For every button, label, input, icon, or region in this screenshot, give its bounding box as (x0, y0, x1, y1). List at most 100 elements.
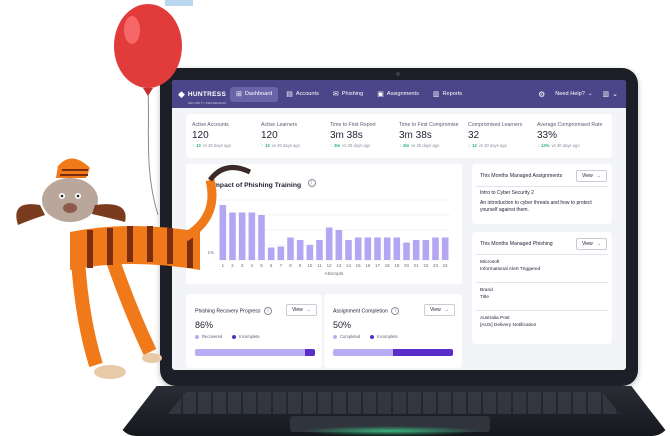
webcam (396, 72, 400, 76)
stat-label: Time to First Compromise (399, 122, 459, 128)
x-tick-label: 12 (327, 263, 333, 268)
mascot-mustache-left (16, 204, 45, 225)
stat-active-learners: Active Learners 120 ↑ 13 vs 30 days ago (261, 114, 330, 158)
logo-text: HUNTRESS (187, 91, 227, 98)
x-tick-label: 19 (394, 263, 400, 268)
info-icon[interactable]: i (263, 307, 272, 315)
phishing-row[interactable]: Brand Title (480, 288, 604, 302)
logo-subtitle: SECURITY AWARENESS (187, 101, 227, 105)
arrow-right-icon: → (595, 173, 601, 179)
gear-icon[interactable]: ⚙ (538, 90, 545, 99)
chart-bar[interactable] (219, 205, 227, 260)
completion-legend: Completed Incomplete (333, 334, 398, 339)
x-tick-label: 20 (404, 263, 410, 268)
recovery-progress-incomplete (305, 349, 315, 356)
chart-bar[interactable] (412, 240, 420, 260)
stat-delta: ↑ 13 vs 30 days ago (192, 143, 261, 148)
chart-bar[interactable] (422, 240, 430, 260)
recovery-legend: Recovered Incomplete (195, 334, 260, 339)
mascot-hat-stripes (60, 169, 88, 176)
stat-delta-value: 13 (265, 143, 270, 148)
phishing-view-button[interactable]: View → (576, 238, 607, 250)
mascot-foot (94, 365, 126, 379)
dashboard-icon: ⊞ (236, 90, 242, 98)
arrow-down-icon: ↓ (399, 143, 402, 148)
chart-bar[interactable] (364, 237, 372, 261)
nav-phishing[interactable]: ✉ Phishing (327, 87, 369, 102)
chart-bar[interactable] (287, 237, 294, 261)
legend-recovered: Recovered (195, 334, 222, 339)
stat-value: 3m 38s (330, 130, 363, 141)
chart-bar[interactable] (296, 240, 304, 260)
nav-accounts[interactable]: ▤ Accounts (280, 87, 325, 102)
decorative-square (165, 0, 193, 6)
chart-bar[interactable] (335, 230, 343, 260)
chart-bar[interactable] (383, 237, 391, 261)
stat-delta-note: vs 30 days ago (342, 143, 371, 148)
impact-chart-card: Impact of Phishing Training i 5% 1% 1 2 3 4 5 6… (186, 164, 462, 284)
stat-delta: ↓ 13% vs 30 days ago (537, 143, 606, 148)
phishing-recovery-card: Phishing Recovery Progress i View → 86% … (186, 294, 322, 368)
chart-bar[interactable] (277, 246, 285, 261)
completion-view-button[interactable]: View → (424, 304, 455, 316)
stats-strip: Active Accounts 120 ↑ 13 vs 30 days ago Ac… (186, 114, 612, 158)
mascot-eye (75, 193, 81, 199)
stat-label: Active Accounts (192, 122, 229, 128)
phishing-row[interactable]: Australia Post [AUS] Delivery Notificati… (480, 316, 604, 330)
x-tick-label: 6 (270, 263, 273, 268)
huntress-logo[interactable]: ◆ HUNTRESS SECURITY AWARENESS (178, 83, 228, 106)
divider (476, 282, 608, 283)
top-navigation-bar: ◆ HUNTRESS SECURITY AWARENESS ⊞ Dashboar… (172, 80, 626, 108)
stat-time-first-compromise: Time to First Compromise 3m 38s ↓ 3m vs 30… (399, 114, 468, 158)
chart-bar[interactable] (393, 237, 401, 261)
chart-bar[interactable] (238, 212, 246, 261)
chart-bar[interactable] (248, 212, 256, 261)
x-tick-label: 14 (346, 263, 352, 268)
chart-bar[interactable] (432, 237, 439, 261)
chart-bar[interactable] (345, 240, 352, 260)
chart-bar[interactable] (374, 237, 381, 261)
legend-dot (232, 334, 237, 339)
chart-bar[interactable] (229, 212, 236, 261)
account-menu[interactable]: ▥ ⌄ (603, 90, 619, 98)
x-tick-label: 17 (375, 263, 381, 268)
assignment-item[interactable]: Intro to Cyber Security 2 An introductio… (480, 190, 604, 214)
stat-active-accounts: Active Accounts 120 ↑ 13 vs 30 days ago (192, 114, 261, 158)
need-help-menu[interactable]: Need Help? ⌄ (555, 91, 592, 97)
legend-completed: Completed (333, 334, 360, 339)
chart-bar[interactable] (258, 215, 265, 260)
chart-bar[interactable] (403, 242, 410, 261)
nav-assignments[interactable]: ▣ Assignments (371, 87, 425, 102)
recovery-view-button[interactable]: View → (286, 304, 317, 316)
stat-delta: ↓ 3m vs 30 days ago (330, 143, 399, 148)
phishing-row[interactable]: Microsoft Informational Alert Triggered (480, 260, 604, 274)
mail-icon: ✉ (332, 90, 339, 98)
assignments-view-button[interactable]: View → (576, 170, 607, 182)
chart-bar[interactable] (441, 237, 449, 261)
chart-bar[interactable] (306, 245, 314, 260)
chart-bar[interactable] (267, 247, 275, 261)
nav-reports[interactable]: ▥ Reports (427, 87, 468, 102)
stat-time-first-report: Time to First Report 3m 38s ↓ 3m vs 30 day… (330, 114, 399, 158)
nav-dashboard[interactable]: ⊞ Dashboard (230, 86, 279, 102)
mascot-hat (56, 158, 90, 178)
mascot-pupil (60, 194, 64, 198)
stat-delta-value: 13 (196, 143, 201, 148)
nav-accounts-label: Accounts (295, 91, 319, 97)
accounts-icon: ▤ (286, 90, 293, 98)
stat-value: 120 (261, 130, 278, 141)
stat-value: 120 (192, 130, 209, 141)
mascot-head (42, 178, 98, 222)
chart-bar[interactable] (316, 240, 323, 260)
nav-dashboard-label: Dashboard (244, 91, 273, 97)
x-tick-label: 11 (317, 263, 322, 268)
divider (476, 186, 608, 187)
info-icon[interactable]: i (391, 307, 400, 315)
x-tick-label: 23 (433, 263, 439, 268)
assignment-description: An introduction to cyber threats and how… (480, 200, 592, 213)
chart-bar[interactable] (325, 227, 333, 261)
stat-label: Time to First Report (330, 122, 376, 128)
stat-value: 32 (468, 130, 480, 141)
chart-bar[interactable] (354, 237, 362, 261)
completion-title-wrap: Assignment Completion i (333, 307, 400, 315)
